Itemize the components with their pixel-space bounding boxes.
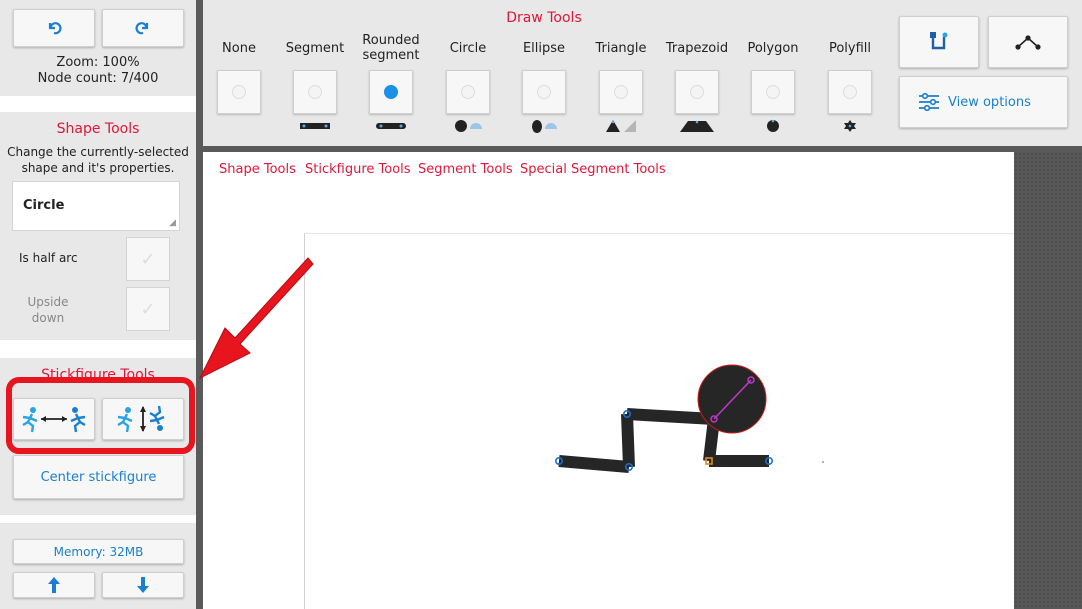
stickfigure[interactable] [0, 0, 1082, 609]
canvas-dot [822, 461, 824, 463]
